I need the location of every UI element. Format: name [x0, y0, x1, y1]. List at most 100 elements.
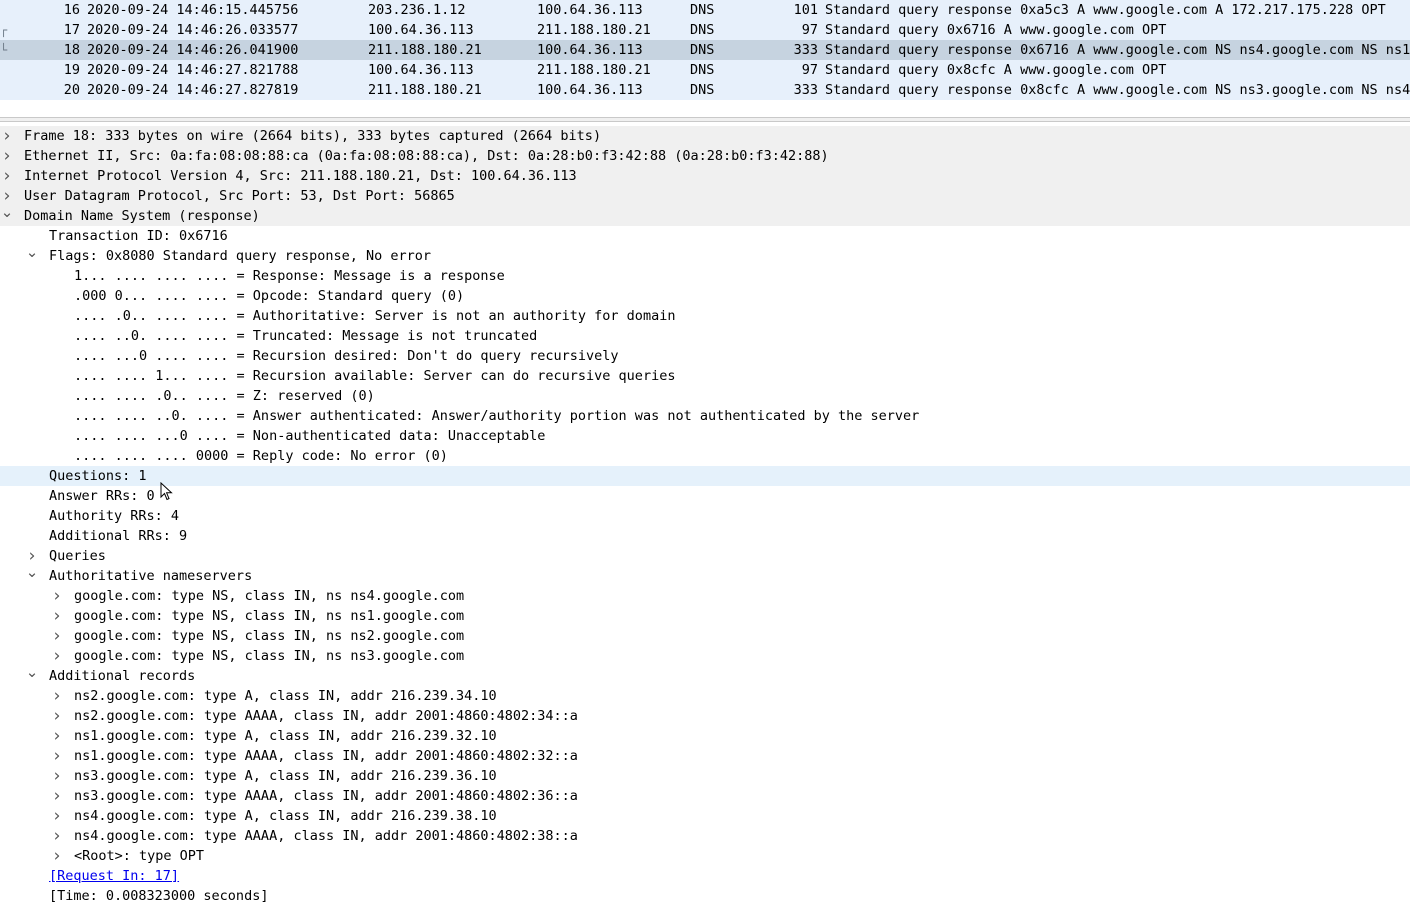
packet-length: 333: [793, 82, 818, 98]
tree-item-label: [Time: 0.008323000 seconds]: [49, 888, 269, 904]
frame-node[interactable]: › Frame 18: 333 bytes on wire (2664 bits)…: [0, 126, 1410, 146]
packet-protocol: DNS: [690, 62, 715, 78]
ns-record[interactable]: › google.com: type NS, class IN, ns ns3.g…: [0, 646, 1410, 666]
chevron-right-icon[interactable]: ›: [50, 786, 64, 806]
chevron-right-icon[interactable]: ›: [50, 606, 64, 626]
packet-no: 20: [63, 82, 80, 98]
udp-node[interactable]: › User Datagram Protocol, Src Port: 53, D…: [0, 186, 1410, 206]
chevron-down-icon[interactable]: ⌄: [0, 205, 14, 220]
flag-response[interactable]: 1... .... .... .... = Response: Message …: [0, 266, 1410, 286]
related-packet-icon: ┌: [0, 23, 8, 37]
packet-protocol: DNS: [690, 22, 715, 38]
packet-details-tree[interactable]: › Frame 18: 333 bytes on wire (2664 bits)…: [0, 126, 1410, 906]
queries-node[interactable]: › Queries: [0, 546, 1410, 566]
flag-non-authenticated[interactable]: .... .... ...0 .... = Non-authenticated …: [0, 426, 1410, 446]
additional-record[interactable]: › ns2.google.com: type AAAA, class IN, ad…: [0, 706, 1410, 726]
answer-rrs-field[interactable]: Answer RRs: 0: [0, 486, 1410, 506]
chevron-right-icon[interactable]: ›: [50, 646, 64, 666]
packet-row-selected[interactable]: 18 2020-09-24 14:46:26.041900 211.188.180.…: [0, 40, 1410, 60]
chevron-right-icon[interactable]: ›: [0, 126, 14, 146]
packet-time: 2020-09-24 14:46:26.041900: [87, 42, 299, 58]
tree-item-label: <Root>: type OPT: [74, 848, 205, 864]
tree-item-label: ns1.google.com: type AAAA, class IN, add…: [74, 748, 578, 764]
packet-source: 211.188.180.21: [368, 42, 482, 58]
tree-item-label: Questions: 1: [49, 468, 147, 484]
transaction-id-field[interactable]: Transaction ID: 0x6716: [0, 226, 1410, 246]
chevron-right-icon[interactable]: ›: [50, 766, 64, 786]
authoritative-nameservers-node[interactable]: ⌄ Authoritative nameservers: [0, 565, 1410, 586]
packet-source: 100.64.36.113: [368, 22, 474, 38]
tree-item-label: Queries: [49, 548, 106, 564]
request-in-link-text[interactable]: [Request In: 17]: [49, 866, 179, 886]
packet-length: 97: [801, 62, 818, 78]
tree-item-label: 1... .... .... .... = Response: Message …: [74, 268, 505, 284]
tree-item-label: ns3.google.com: type A, class IN, addr 2…: [74, 768, 497, 784]
tree-item-label: google.com: type NS, class IN, ns ns4.go…: [74, 588, 465, 604]
tree-item-label: Internet Protocol Version 4, Src: 211.18…: [24, 168, 577, 184]
additional-record[interactable]: › ns2.google.com: type A, class IN, addr …: [0, 686, 1410, 706]
packet-destination: 211.188.180.21: [537, 62, 651, 78]
flag-recursion-available[interactable]: .... .... 1... .... = Recursion availabl…: [0, 366, 1410, 386]
chevron-right-icon[interactable]: ›: [50, 846, 64, 866]
flag-answer-authenticated[interactable]: .... .... ..0. .... = Answer authenticat…: [0, 406, 1410, 426]
chevron-right-icon[interactable]: ›: [50, 626, 64, 646]
flag-reply-code[interactable]: .... .... .... 0000 = Reply code: No err…: [0, 446, 1410, 466]
packet-no: 17: [63, 22, 80, 38]
additional-record-opt[interactable]: › <Root>: type OPT: [0, 846, 1410, 866]
time-field[interactable]: [Time: 0.008323000 seconds]: [0, 886, 1410, 906]
chevron-right-icon[interactable]: ›: [50, 586, 64, 606]
ns-record[interactable]: › google.com: type NS, class IN, ns ns2.g…: [0, 626, 1410, 646]
chevron-right-icon[interactable]: ›: [50, 806, 64, 826]
tree-item-label: .... .... .... 0000 = Reply code: No err…: [74, 448, 448, 464]
authority-rrs-field[interactable]: Authority RRs: 4: [0, 506, 1410, 526]
chevron-right-icon[interactable]: ›: [50, 706, 64, 726]
chevron-right-icon[interactable]: ›: [50, 746, 64, 766]
ns-record[interactable]: › google.com: type NS, class IN, ns ns1.g…: [0, 606, 1410, 626]
mouse-pointer-icon: [160, 482, 173, 501]
additional-rrs-field[interactable]: Additional RRs: 9: [0, 526, 1410, 546]
packet-protocol: DNS: [690, 2, 715, 18]
packet-protocol: DNS: [690, 42, 715, 58]
chevron-right-icon[interactable]: ›: [50, 686, 64, 706]
tree-item-label: Ethernet II, Src: 0a:fa:08:08:88:ca (0a:…: [24, 148, 829, 164]
packet-row[interactable]: 20 2020-09-24 14:46:27.827819 211.188.180.…: [0, 80, 1410, 100]
chevron-right-icon[interactable]: ›: [0, 166, 14, 186]
packet-source: 211.188.180.21: [368, 82, 482, 98]
ethernet-node[interactable]: › Ethernet II, Src: 0a:fa:08:08:88:ca (0a…: [0, 146, 1410, 166]
tree-item-label: Authoritative nameservers: [49, 568, 253, 584]
ip-node[interactable]: › Internet Protocol Version 4, Src: 211.1…: [0, 166, 1410, 186]
additional-record[interactable]: › ns3.google.com: type A, class IN, addr …: [0, 766, 1410, 786]
packet-row[interactable]: 19 2020-09-24 14:46:27.821788 100.64.36.11…: [0, 60, 1410, 80]
chevron-right-icon[interactable]: ›: [50, 726, 64, 746]
flag-authoritative[interactable]: .... .0.. .... .... = Authoritative: Ser…: [0, 306, 1410, 326]
chevron-down-icon[interactable]: ⌄: [25, 665, 39, 680]
flag-truncated[interactable]: .... ..0. .... .... = Truncated: Message…: [0, 326, 1410, 346]
packet-time: 2020-09-24 14:46:27.827819: [87, 82, 299, 98]
packet-row[interactable]: 16 2020-09-24 14:46:15.445756 203.236.1.12…: [0, 0, 1410, 20]
additional-record[interactable]: › ns4.google.com: type A, class IN, addr …: [0, 806, 1410, 826]
packet-source: 203.236.1.12: [368, 2, 466, 18]
flag-z[interactable]: .... .... .0.. .... = Z: reserved (0): [0, 386, 1410, 406]
additional-record[interactable]: › ns1.google.com: type A, class IN, addr …: [0, 726, 1410, 746]
tree-item-label: .... .... 1... .... = Recursion availabl…: [74, 368, 676, 384]
packet-list[interactable]: 16 2020-09-24 14:46:15.445756 203.236.1.12…: [0, 0, 1410, 100]
additional-record[interactable]: › ns1.google.com: type AAAA, class IN, ad…: [0, 746, 1410, 766]
chevron-right-icon[interactable]: ›: [0, 146, 14, 166]
additional-record[interactable]: › ns3.google.com: type AAAA, class IN, ad…: [0, 786, 1410, 806]
ns-record[interactable]: › google.com: type NS, class IN, ns ns4.g…: [0, 586, 1410, 606]
flags-node[interactable]: ⌄ Flags: 0x8080 Standard query response, …: [0, 245, 1410, 266]
additional-records-node[interactable]: ⌄ Additional records: [0, 665, 1410, 686]
tree-item-label: Frame 18: 333 bytes on wire (2664 bits),…: [24, 128, 602, 144]
questions-field[interactable]: Questions: 1: [0, 466, 1410, 486]
flag-recursion-desired[interactable]: .... ...0 .... .... = Recursion desired:…: [0, 346, 1410, 366]
pane-splitter[interactable]: [0, 117, 1410, 122]
chevron-down-icon[interactable]: ⌄: [25, 245, 39, 260]
flag-opcode[interactable]: .000 0... .... .... = Opcode: Standard q…: [0, 286, 1410, 306]
request-in-link[interactable]: [Request In: 17]: [0, 866, 1410, 886]
packet-row[interactable]: 17 2020-09-24 14:46:26.033577 100.64.36.11…: [0, 20, 1410, 40]
dns-node[interactable]: ⌄ Domain Name System (response): [0, 205, 1410, 226]
chevron-down-icon[interactable]: ⌄: [25, 565, 39, 580]
chevron-right-icon[interactable]: ›: [50, 826, 64, 846]
additional-record[interactable]: › ns4.google.com: type AAAA, class IN, ad…: [0, 826, 1410, 846]
tree-item-label: Answer RRs: 0: [49, 488, 155, 504]
